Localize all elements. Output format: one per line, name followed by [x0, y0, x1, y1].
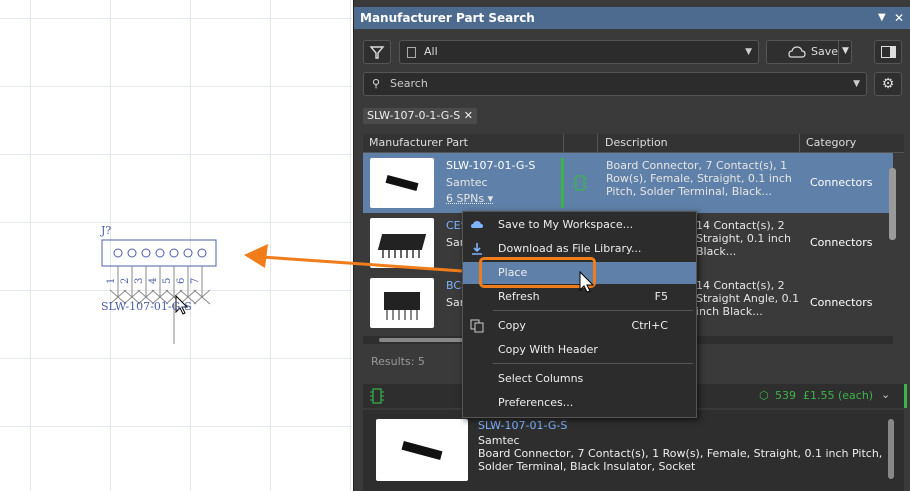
pin-number: 4 [148, 278, 159, 284]
panel-menu-icon[interactable]: ▼ [878, 7, 886, 29]
search-icon: ⚲ [372, 77, 381, 90]
cloud-save-icon [788, 46, 806, 58]
pin-number: 3 [134, 278, 145, 284]
filter-dropdown-value: All [424, 45, 438, 58]
library-icon [407, 47, 416, 58]
detail-description: Board Connector, 7 Contact(s), 1 Row(s),… [478, 447, 883, 460]
filter-dropdown[interactable]: All ▼ [399, 40, 759, 64]
pin-number: 6 [176, 278, 187, 284]
stock-icon: ⬡ [759, 389, 769, 402]
mouse-cursor-icon [579, 270, 595, 293]
status-indicator [561, 158, 564, 208]
part-category: Connectors [810, 296, 873, 309]
panel-title: Manufacturer Part Search [360, 11, 535, 25]
part-number[interactable]: SLW-107-01-G-S [446, 159, 535, 172]
active-filter-chip[interactable]: SLW-107-0-1-G-S ✕ [363, 108, 477, 124]
component-symbol[interactable]: 1 2 3 4 5 6 7 [0, 0, 352, 491]
close-icon[interactable]: ✕ [464, 109, 473, 122]
component-comment: SLW-107-01-G-S [101, 300, 192, 313]
part-description: 14 Contact(s), 2 Straight, 0.1 inch Blac… [696, 219, 791, 258]
column-description[interactable]: Description [605, 134, 668, 152]
download-icon [472, 243, 482, 255]
results-table-header: Manufacturer Part Description Category [363, 134, 904, 153]
stock-count: 539 [775, 389, 796, 402]
unit-price: £1.55 (each) [803, 389, 874, 402]
close-icon[interactable]: ✕ [894, 7, 904, 29]
menu-item-preferences[interactable]: Preferences... [463, 392, 696, 414]
cloud-upload-icon [471, 221, 483, 228]
search-input[interactable]: ⚲ Search ▼ [363, 72, 867, 96]
detail-part-number[interactable]: SLW-107-01-G-S [478, 419, 567, 432]
search-placeholder: Search [390, 77, 428, 90]
component-icon [573, 175, 587, 191]
part-description: 14 Contact(s), 2 Straight Angle, 0.1 inc… [696, 279, 800, 318]
component-icon [370, 388, 384, 404]
copy-icon [470, 319, 484, 333]
pin-number: 7 [190, 278, 201, 284]
part-image [370, 218, 434, 268]
context-menu: Save to My Workspace... Download as File… [462, 211, 697, 418]
layout-toggle-button[interactable] [874, 40, 902, 64]
menu-item-copy-with-header[interactable]: Copy With Header [463, 339, 696, 361]
table-row[interactable]: SLW-107-01-G-S Samtec 6 SPNs ▾ Board Con… [363, 153, 893, 213]
part-image [370, 278, 434, 328]
filter-button[interactable] [363, 40, 391, 64]
vertical-scrollbar[interactable] [889, 168, 896, 240]
save-button[interactable]: Save ▼ [766, 40, 852, 64]
panel-titlebar: Manufacturer Part Search ▼ ✕ [354, 7, 910, 29]
detail-manufacturer: Samtec [478, 434, 520, 447]
pin-number: 2 [120, 278, 131, 284]
gear-icon: ⚙ [881, 76, 895, 92]
spns-dropdown[interactable]: 6 SPNs ▾ [446, 192, 493, 205]
pin-number: 5 [162, 278, 173, 284]
menu-item-select-columns[interactable]: Select Columns [463, 368, 696, 390]
schematic-canvas[interactable]: J? 1 2 3 4 5 6 7 SLW-107-01-G-S [0, 0, 352, 491]
chevron-down-icon[interactable]: ▼ [853, 73, 860, 95]
manufacturer-name: Samtec [446, 176, 488, 189]
pin-number: 1 [106, 278, 117, 284]
part-image [376, 419, 468, 481]
menu-item-copy[interactable]: Copy Ctrl+C [463, 315, 696, 337]
save-button-label: Save [811, 45, 839, 58]
menu-item-save-to-workspace[interactable]: Save to My Workspace... [463, 214, 696, 236]
part-description: Board Connector, 7 Contact(s), 1 Row(s),… [606, 159, 792, 198]
chevron-down-icon: ▼ [745, 47, 752, 57]
chevron-down-icon[interactable]: ▼ [842, 46, 849, 56]
settings-button[interactable]: ⚙ [874, 72, 902, 96]
part-category: Connectors [810, 176, 873, 189]
detail-description: Solder Terminal, Black Insulator, Socket [478, 460, 696, 473]
column-category[interactable]: Category [806, 134, 856, 152]
filter-icon [369, 46, 385, 59]
filter-chip-label: SLW-107-0-1-G-S [367, 109, 461, 122]
part-image [370, 158, 434, 208]
part-detail-pane: SLW-107-01-G-S Samtec Board Connector, 7… [363, 410, 904, 491]
chevron-double-down-icon[interactable]: ⌄ [881, 388, 890, 401]
part-category: Connectors [810, 236, 873, 249]
column-manufacturer-part[interactable]: Manufacturer Part [369, 134, 468, 152]
vertical-scrollbar[interactable] [888, 419, 894, 479]
